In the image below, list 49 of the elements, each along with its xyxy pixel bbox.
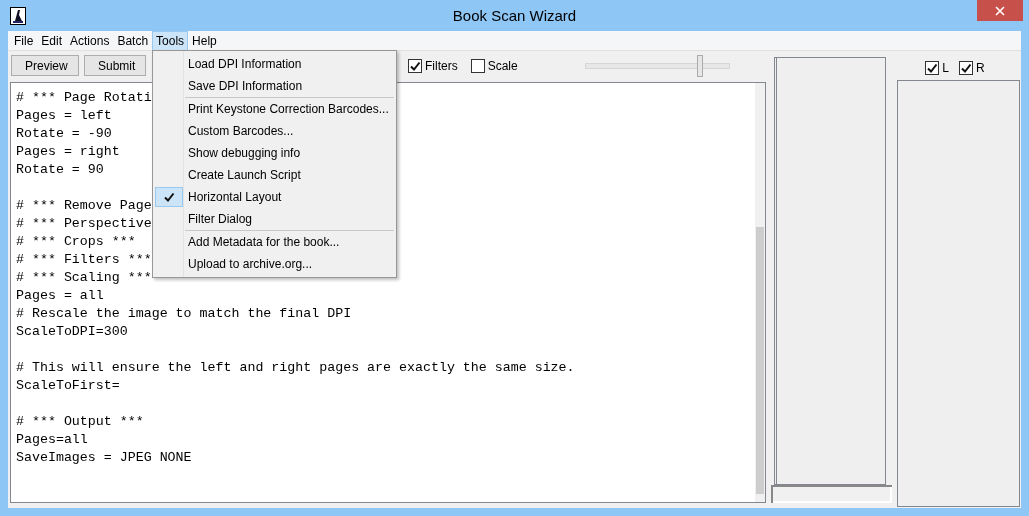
code-line: ScaleToDPI=300	[16, 323, 128, 341]
window-title: Book Scan Wizard	[451, 7, 578, 24]
code-line: ScaleToFirst=	[16, 377, 120, 395]
menu-item[interactable]: Filter Dialog	[153, 208, 396, 230]
menu-item[interactable]: Show debugging info	[153, 142, 396, 164]
code-line: Pages = all	[16, 287, 104, 305]
menu-item[interactable]: Horizontal Layout	[153, 186, 396, 208]
menu-item[interactable]: Save DPI Information	[153, 75, 396, 97]
menu-item[interactable]: Batch	[113, 30, 153, 51]
close-button[interactable]	[977, 0, 1023, 21]
check-icon	[409, 59, 421, 72]
menu-item[interactable]: Help	[188, 30, 221, 51]
check-icon	[926, 61, 939, 74]
code-line: # This will ensure the left and right pages are exactly the same size.	[16, 359, 575, 377]
code-line: # Rescale the image to match the final DPI	[16, 305, 352, 323]
menu-item[interactable]: Custom Barcodes...	[153, 120, 396, 142]
menu-item[interactable]: Edit	[37, 30, 67, 51]
code-line: # *** Perspective	[16, 215, 152, 233]
checkbox[interactable]: Scale	[470, 58, 518, 73]
close-icon	[995, 5, 1005, 16]
code-line: # *** Remove Page	[16, 197, 152, 215]
menu-item[interactable]: Tools	[152, 30, 189, 51]
code-line: Rotate = -90	[16, 125, 112, 143]
code-line: # *** Scaling ***	[16, 269, 152, 287]
checkbox[interactable]: Filters	[408, 58, 458, 73]
scrollbar-thumb[interactable]	[756, 227, 764, 494]
check-icon	[960, 61, 972, 74]
menu-item[interactable]: Create Launch Script	[153, 164, 396, 186]
preview-button[interactable]: Preview	[11, 55, 79, 76]
code-line: # *** Page Rotati	[16, 89, 152, 107]
submit-button[interactable]: Submit	[84, 55, 146, 76]
code-line: # *** Filters ***	[16, 251, 152, 269]
menu-item[interactable]: Print Keystone Correction Barcodes...	[153, 98, 396, 120]
code-line: Rotate = 90	[16, 161, 104, 179]
code-line: Pages = left	[16, 107, 112, 125]
menu-item[interactable]: Upload to archive.org...	[153, 253, 396, 275]
scrollbar[interactable]	[755, 83, 765, 502]
menu-item[interactable]: Load DPI Information	[153, 53, 396, 75]
app-icon	[10, 6, 26, 25]
slider[interactable]	[584, 54, 730, 77]
code-line: Pages=all	[16, 431, 88, 449]
code-line: # *** Crops ***	[16, 233, 136, 251]
menu-item[interactable]: File	[10, 30, 38, 51]
code-line: # *** Output ***	[16, 413, 144, 431]
menu-item[interactable]: Actions	[66, 30, 114, 51]
code-line: Pages = right	[16, 143, 120, 161]
menu-item[interactable]: Add Metadata for the book...	[153, 231, 396, 253]
code-line: SaveImages = JPEG NONE	[16, 449, 192, 467]
check-icon	[163, 191, 175, 203]
